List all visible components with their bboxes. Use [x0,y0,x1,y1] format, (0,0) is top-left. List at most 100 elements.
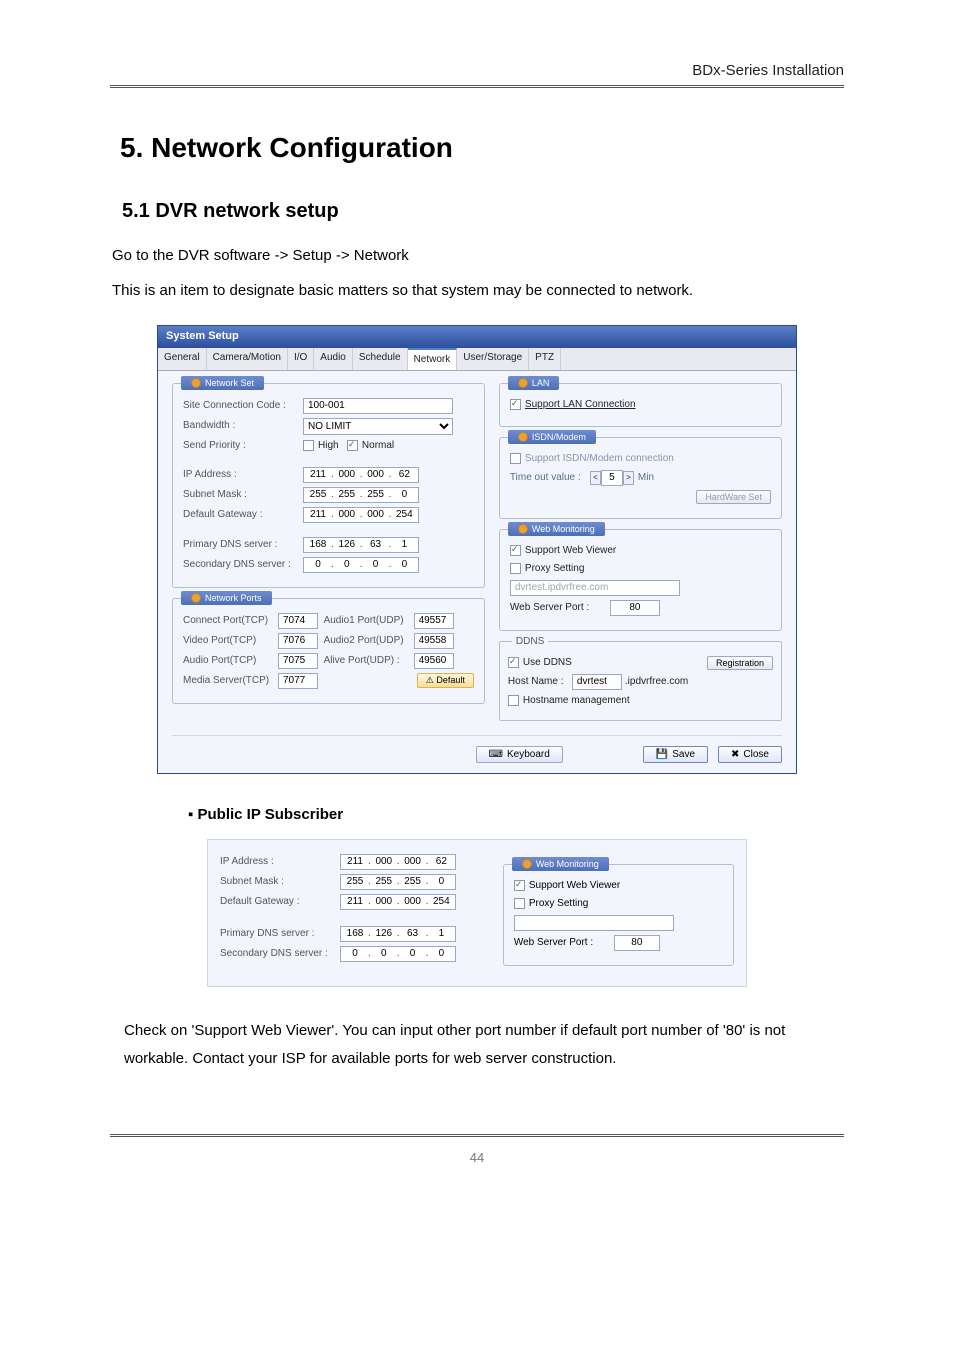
intro-text-2: This is an item to designate basic matte… [112,280,844,301]
checkbox-priority-high[interactable] [303,440,314,451]
subnet-seg-1[interactable] [335,489,359,500]
dns1-seg-1[interactable] [335,539,359,550]
snip-input-dns1[interactable]: . . . [340,926,456,942]
keyboard-button[interactable]: ⌨ Keyboard [476,746,563,763]
input-video-port[interactable] [278,633,318,649]
snip-ip-3[interactable] [429,856,453,867]
snip-input-web-port[interactable] [614,935,660,951]
snip-d2-3[interactable] [429,948,453,959]
input-connect-port[interactable] [278,613,318,629]
snip-input-subnet[interactable]: . . . [340,874,456,890]
legend-network-set: Network Set [181,376,264,391]
input-dns1[interactable]: . . . [303,537,419,553]
close-button[interactable]: ✖ Close [718,746,782,763]
snip-ip-0[interactable] [343,856,367,867]
snip-checkbox-support-viewer[interactable] [514,880,525,891]
group-isdn-modem: ISDN/Modem Support ISDN/Modem connection… [499,437,782,519]
legend-isdn: ISDN/Modem [508,430,596,445]
gw-seg-1[interactable] [335,509,359,520]
ip-seg-1[interactable] [335,469,359,480]
snip-gw-2[interactable] [401,896,425,907]
input-host-prefix[interactable] [572,674,622,690]
dns2-seg-0[interactable] [306,559,330,570]
snip-checkbox-proxy[interactable] [514,898,525,909]
tab-io[interactable]: I/O [288,348,314,370]
input-subnet[interactable]: . . . [303,487,419,503]
input-site-code[interactable] [303,398,453,414]
snip-d2-1[interactable] [372,948,396,959]
snip-ip-2[interactable] [401,856,425,867]
dns2-seg-3[interactable] [392,559,416,570]
tab-ptz[interactable]: PTZ [529,348,561,370]
snip-input-gateway[interactable]: . . . [340,894,456,910]
tab-network[interactable]: Network [408,348,458,370]
snip-sn-1[interactable] [372,876,396,887]
tab-general[interactable]: General [158,348,207,370]
input-proxy [510,580,680,596]
registration-button[interactable]: Registration [707,656,773,670]
dns1-seg-0[interactable] [306,539,330,550]
subnet-seg-3[interactable] [392,489,416,500]
subnet-seg-2[interactable] [364,489,388,500]
tab-schedule[interactable]: Schedule [353,348,408,370]
input-web-port[interactable] [610,600,660,616]
snip-input-ip[interactable]: . . . [340,854,456,870]
input-gateway[interactable]: . . . [303,507,419,523]
subnet-seg-0[interactable] [306,489,330,500]
snip-gw-1[interactable] [372,896,396,907]
checkbox-support-lan[interactable] [510,399,521,410]
ip-seg-0[interactable] [306,469,330,480]
label-use-ddns: Use DDNS [523,656,572,670]
dns2-seg-2[interactable] [364,559,388,570]
snip-label-web-port: Web Server Port : [514,936,614,950]
gw-seg-2[interactable] [364,509,388,520]
legend-icon [518,524,528,534]
save-button[interactable]: 💾 Save [643,746,708,763]
tab-audio[interactable]: Audio [314,348,353,370]
tab-user-storage[interactable]: User/Storage [457,348,529,370]
snip-ip-1[interactable] [372,856,396,867]
label-dns1: Primary DNS server : [183,538,303,552]
checkbox-priority-normal[interactable] [347,440,358,451]
dns1-seg-2[interactable] [364,539,388,550]
snip-d2-0[interactable] [343,948,367,959]
checkbox-support-web-viewer[interactable] [510,545,521,556]
snip-input-dns2[interactable]: . . . [340,946,456,962]
gw-seg-3[interactable] [392,509,416,520]
checkbox-proxy-setting[interactable] [510,563,521,574]
snip-label-gateway: Default Gateway : [220,895,340,909]
input-audio-port[interactable] [278,653,318,669]
snip-sn-3[interactable] [429,876,453,887]
tab-camera-motion[interactable]: Camera/Motion [207,348,288,370]
input-media-port[interactable] [278,673,318,689]
snip-gw-3[interactable] [429,896,453,907]
snip-d1-0[interactable] [343,928,367,939]
snip-sn-0[interactable] [343,876,367,887]
input-alive-udp[interactable] [414,653,454,669]
dns1-seg-3[interactable] [392,539,416,550]
ip-seg-3[interactable] [392,469,416,480]
gw-seg-0[interactable] [306,509,330,520]
snip-gw-0[interactable] [343,896,367,907]
input-audio1-udp[interactable] [414,613,454,629]
timeout-decrement[interactable]: < [590,471,601,485]
heading-section: 5.1 DVR network setup [122,197,844,225]
input-audio2-udp[interactable] [414,633,454,649]
ip-seg-2[interactable] [364,469,388,480]
snip-d2-2[interactable] [401,948,425,959]
snip-d1-3[interactable] [429,928,453,939]
input-timeout[interactable] [601,470,623,486]
input-dns2[interactable]: . . . [303,557,419,573]
default-button[interactable]: ⚠ Default [417,673,474,688]
snip-d1-1[interactable] [372,928,396,939]
checkbox-hostname-mgmt[interactable] [508,695,519,706]
snip-sn-2[interactable] [401,876,425,887]
checkbox-use-ddns[interactable] [508,657,519,668]
input-ip[interactable]: . . . [303,467,419,483]
timeout-increment[interactable]: > [623,471,634,485]
checkbox-support-isdn[interactable] [510,453,521,464]
heading-chapter: 5. Network Configuration [120,128,844,167]
dns2-seg-1[interactable] [335,559,359,570]
select-bandwidth[interactable]: NO LIMIT [303,418,453,435]
snip-d1-2[interactable] [401,928,425,939]
